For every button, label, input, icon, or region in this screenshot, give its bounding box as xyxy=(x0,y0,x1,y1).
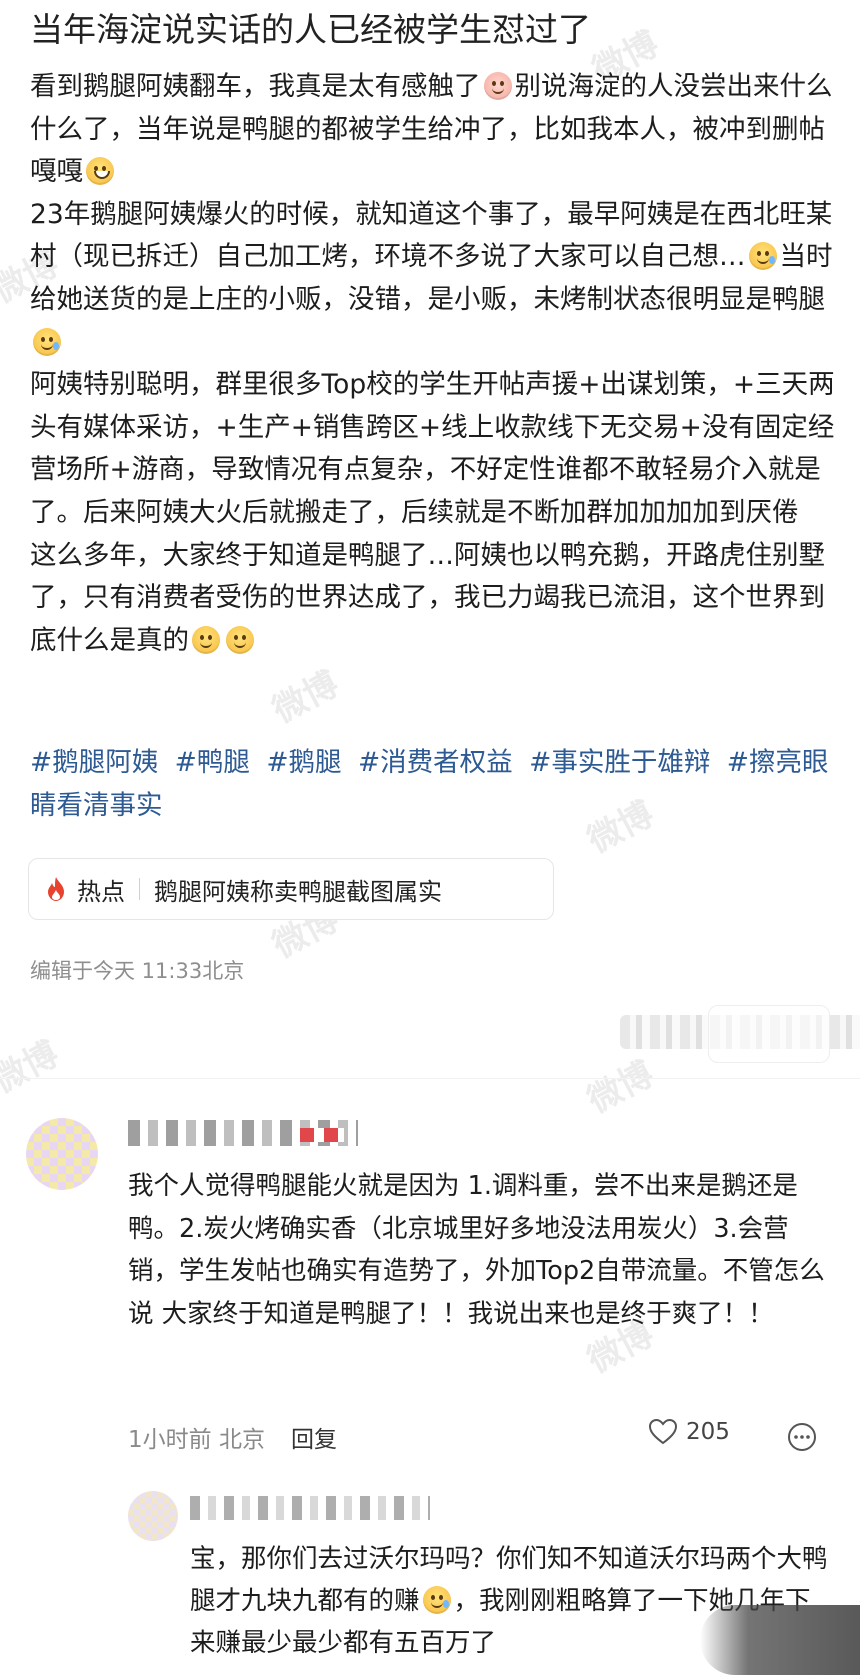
smile-emoji-icon xyxy=(192,625,220,654)
hashtag-link[interactable]: #鸭腿 xyxy=(175,747,250,778)
watermark: 微博 xyxy=(266,663,346,732)
grin-sweat-emoji-icon xyxy=(86,157,114,186)
hot-topic-card[interactable]: 热点 鹅腿阿姨称卖鸭腿截图属实 xyxy=(28,858,554,920)
comment-text: 我个人觉得鸭腿能火就是因为 1.调料重，尝不出来是鹅还是鸭。2.炭火烤确实香（北… xyxy=(128,1171,825,1329)
comment-meta: 1小时前 北京 回复 xyxy=(128,1420,337,1454)
section-divider xyxy=(0,1078,860,1079)
post-paragraph: 阿姨特别聪明，群里很多Top校的学生开帖声援+出谋划策，+三天两头有媒体采访，+… xyxy=(30,369,835,528)
like-button[interactable]: 205 xyxy=(648,1418,730,1445)
hot-label: 热点 xyxy=(77,877,125,906)
post-paragraph: 看到鹅腿阿姨翻车，我真是太有感触了 别说海淀的人没尝出来什么什么了，当年说是鸭腿的… xyxy=(30,71,833,188)
reply-button[interactable]: 回复 xyxy=(291,1420,337,1454)
avatar[interactable] xyxy=(128,1491,178,1541)
hashtag-link[interactable]: #鹅腿阿姨 xyxy=(30,747,158,778)
comment-time: 1小时前 北京 xyxy=(128,1427,265,1453)
blurred-username[interactable] xyxy=(190,1496,430,1520)
post-paragraph: 这么多年，大家终于知道是鸭腿了…阿姨也以鸭充鹅，开路虎住别墅了，只有消费者受伤的… xyxy=(30,539,825,656)
baby-emoji-icon xyxy=(483,72,512,100)
blurred-badge xyxy=(300,1128,344,1142)
avatar[interactable] xyxy=(26,1118,98,1190)
like-count: 205 xyxy=(686,1418,730,1445)
smile-emoji-icon xyxy=(226,625,254,654)
smile-tear-emoji-icon xyxy=(748,242,777,271)
blurred-button[interactable] xyxy=(708,1005,830,1063)
heart-icon xyxy=(648,1418,678,1445)
more-icon[interactable] xyxy=(786,1421,818,1453)
watermark: 微博 xyxy=(0,1033,66,1102)
hashtag-link[interactable]: #鹅腿 xyxy=(266,747,341,778)
flame-icon xyxy=(48,877,64,901)
watermark: 微博 xyxy=(581,1053,661,1122)
divider xyxy=(139,878,140,900)
smile-tear-emoji-icon xyxy=(33,327,61,356)
scroll-indicator[interactable] xyxy=(700,1605,860,1675)
post-title: 当年海淀说实话的人已经被学生怼过了 xyxy=(30,10,591,49)
hot-topic-text: 鹅腿阿姨称卖鸭腿截图属实 xyxy=(154,877,442,906)
post-paragraph: 23年鹅腿阿姨爆火的时候，就知道这个事了，最早阿姨是在西北旺某村（现已拆迁）自己… xyxy=(30,194,840,364)
hashtag-link[interactable]: #消费者权益 xyxy=(358,747,513,778)
edit-timestamp: 编辑于今天 11:33北京 xyxy=(30,959,245,983)
post-body: 看到鹅腿阿姨翻车，我真是太有感触了 别说海淀的人没尝出来什么什么了，当年说是鸭腿的… xyxy=(30,66,840,662)
hashtag-link[interactable]: #事实胜于雄辩 xyxy=(529,747,710,778)
cry-emoji-icon xyxy=(422,1586,451,1614)
hashtag-list: #鹅腿阿姨 #鸭腿 #鹅腿 #消费者权益 #事实胜于雄辩 #擦亮眼睛看清事实 xyxy=(30,742,840,827)
